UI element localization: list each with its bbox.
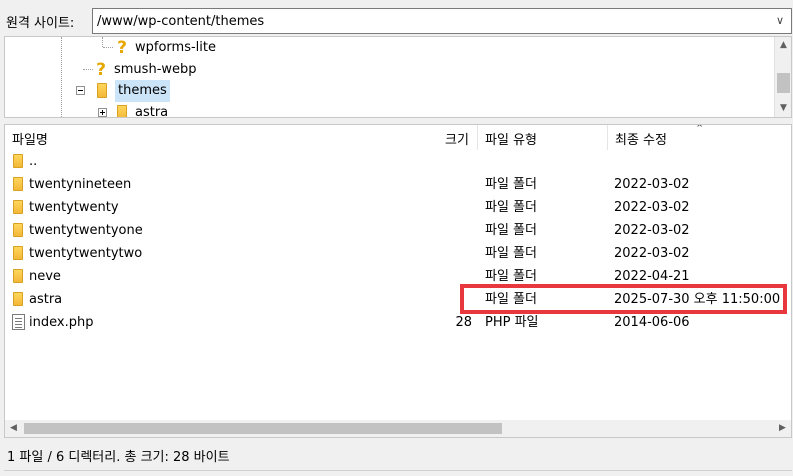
file-size: 28 — [455, 315, 472, 330]
file-modified: 2022-03-02 — [614, 177, 690, 192]
tree-vertical-scrollbar[interactable]: ▲ ▼ — [774, 37, 791, 117]
scroll-thumb[interactable] — [24, 423, 502, 434]
tree-item-themes[interactable]: themes — [97, 80, 170, 102]
address-combobox[interactable]: ∨ — [92, 8, 792, 34]
column-divider[interactable] — [477, 125, 478, 150]
column-divider[interactable] — [607, 125, 608, 150]
file-type: 파일 폴더 — [485, 246, 537, 261]
tree-guide-line — [83, 69, 93, 70]
sort-ascending-icon: ⌃ — [695, 124, 705, 135]
column-header-size[interactable]: 크기 — [445, 129, 469, 148]
file-name: .. — [29, 154, 38, 169]
file-row[interactable]: twentytwentytwo 파일 폴더 2022-03-02 — [5, 242, 777, 265]
file-type: 파일 폴더 — [485, 177, 537, 192]
file-type: 파일 폴더 — [485, 292, 537, 307]
tree-item-wpforms-lite[interactable]: ? wpforms-lite — [115, 37, 216, 59]
file-modified: 2022-04-21 — [614, 269, 690, 284]
file-modified: 2025-07-30 오후 11:50:00 — [614, 292, 781, 307]
collapse-icon[interactable] — [76, 86, 85, 95]
scroll-thumb[interactable] — [777, 73, 790, 93]
file-type: PHP 파일 — [485, 315, 539, 330]
file-list-header: 파일명 크기 파일 유형 최종 수정 ⌃ — [5, 125, 791, 150]
file-modified: 2022-03-02 — [614, 200, 690, 215]
file-list: 파일명 크기 파일 유형 최종 수정 ⌃ .. twentynineteen 파… — [4, 124, 792, 438]
address-bar: 원격 사이트: ∨ — [0, 0, 793, 38]
file-row[interactable]: twentynineteen 파일 폴더 2022-03-02 — [5, 173, 777, 196]
file-name: twentytwentytwo — [29, 246, 143, 261]
column-header-modified[interactable]: 최종 수정 — [615, 129, 667, 148]
file-modified: 2022-03-02 — [614, 223, 690, 238]
folder-icon — [117, 105, 127, 117]
directory-tree: ? wpforms-lite ? smush-webp themes astra ▲… — [4, 36, 792, 118]
chevron-down-icon[interactable]: ∨ — [771, 12, 789, 30]
file-name: twentytwentyone — [29, 223, 143, 238]
status-bar: 1 파일 / 6 디렉터리. 총 크기: 28 바이트 — [0, 438, 793, 476]
scroll-left-icon[interactable]: ◀ — [5, 420, 22, 437]
folder-icon — [13, 154, 23, 168]
file-name: twentynineteen — [29, 177, 132, 192]
folder-icon — [97, 83, 107, 98]
file-type: 파일 폴더 — [485, 269, 537, 284]
status-text: 1 파일 / 6 디렉터리. 총 크기: 28 바이트 — [7, 450, 230, 465]
column-header-name[interactable]: 파일명 — [12, 129, 48, 148]
file-list-horizontal-scrollbar[interactable]: ◀ ▶ — [5, 420, 791, 437]
expand-icon[interactable] — [98, 108, 107, 117]
folder-icon — [13, 200, 23, 214]
address-input[interactable] — [97, 12, 757, 30]
file-name: neve — [29, 269, 61, 284]
file-type: 파일 폴더 — [485, 223, 537, 238]
file-row[interactable]: neve 파일 폴더 2022-04-21 — [5, 265, 777, 288]
file-name: twentytwenty — [29, 200, 119, 215]
file-row[interactable]: twentytwentyone 파일 폴더 2022-03-02 — [5, 219, 777, 242]
folder-icon — [13, 292, 23, 306]
file-name: index.php — [29, 315, 94, 330]
scroll-right-icon[interactable]: ▶ — [774, 420, 791, 437]
tree-item-astra[interactable]: astra — [117, 102, 168, 117]
address-label: 원격 사이트: — [6, 16, 75, 31]
file-type: 파일 폴더 — [485, 200, 537, 215]
question-icon: ? — [117, 38, 127, 58]
file-name: astra — [29, 292, 63, 307]
column-header-type[interactable]: 파일 유형 — [485, 129, 537, 148]
scroll-up-icon[interactable]: ▲ — [775, 37, 791, 54]
folder-icon — [13, 223, 23, 237]
tree-guide-line — [103, 47, 113, 48]
folder-icon — [13, 177, 23, 191]
question-icon: ? — [96, 60, 106, 80]
file-icon — [12, 314, 25, 330]
folder-icon — [13, 269, 23, 283]
tree-item-smush-webp[interactable]: ? smush-webp — [94, 59, 196, 81]
file-modified: 2014-06-06 — [614, 315, 690, 330]
status-divider — [4, 470, 792, 476]
scroll-down-icon[interactable]: ▼ — [775, 100, 791, 117]
folder-icon — [13, 246, 23, 260]
file-modified: 2022-03-02 — [614, 246, 690, 261]
file-row[interactable]: twentytwenty 파일 폴더 2022-03-02 — [5, 196, 777, 219]
file-row[interactable]: index.php 28 PHP 파일 2014-06-06 — [5, 311, 777, 334]
tree-guide-line — [61, 37, 62, 117]
file-row[interactable]: astra 파일 폴더 2025-07-30 오후 11:50:00 — [5, 288, 781, 311]
tree-guide-line — [102, 37, 103, 47]
file-row[interactable]: .. — [5, 150, 777, 173]
